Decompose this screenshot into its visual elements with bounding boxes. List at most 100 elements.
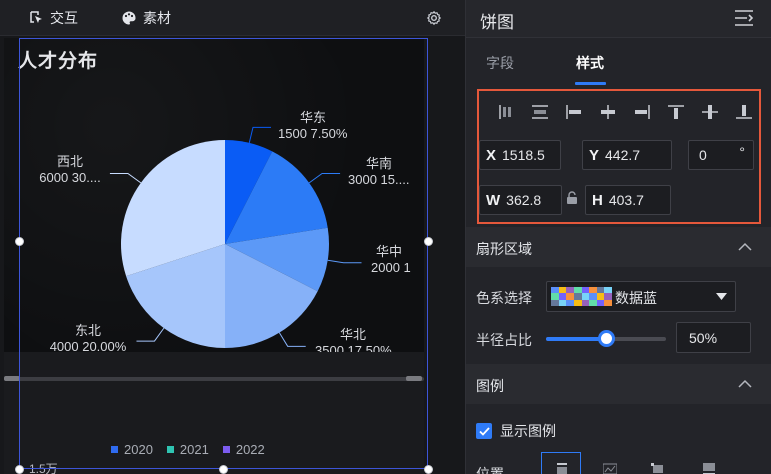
legend-swatch xyxy=(222,446,230,453)
alignment-toolbar xyxy=(489,99,761,125)
horizontal-scrollbar[interactable] xyxy=(4,377,424,381)
legend-position-top-option[interactable] xyxy=(541,452,581,474)
material-label: 素材 xyxy=(143,10,171,26)
palette-swatch xyxy=(566,299,574,306)
sector-section-title: 扇形区域 xyxy=(476,241,532,257)
tab-style[interactable]: 样式 xyxy=(576,53,604,73)
h-label: H xyxy=(592,191,603,209)
rotation-field[interactable]: 0 ° xyxy=(688,140,754,170)
y-value: 442.7 xyxy=(605,147,641,163)
color-scheme-label: 色系选择 xyxy=(476,290,532,306)
aspect-lock-button[interactable] xyxy=(566,191,578,210)
active-tab-indicator xyxy=(575,82,606,85)
align-right-edge-icon xyxy=(635,105,650,119)
palette-name: 数据蓝 xyxy=(615,290,657,306)
palette-swatch xyxy=(551,299,559,306)
unlock-icon xyxy=(567,191,577,204)
align-vertical-center-button[interactable] xyxy=(693,99,727,125)
interaction-icon xyxy=(30,11,42,23)
radius-slider-fill xyxy=(546,337,606,341)
align-top-icon xyxy=(668,105,684,119)
leader-line-5 xyxy=(109,172,142,184)
sector-section-header[interactable]: 扇形区域 xyxy=(466,227,771,267)
w-value: 362.8 xyxy=(506,192,542,208)
align-left-edge-icon xyxy=(566,105,581,119)
slice-name-label: 华东 xyxy=(300,110,326,125)
height-field[interactable]: H 403.7 xyxy=(585,185,671,215)
palette-swatch xyxy=(589,299,597,306)
align-left-button[interactable] xyxy=(489,99,523,125)
scroll-grip-left[interactable] xyxy=(4,376,20,381)
align-horizontal-center-button[interactable] xyxy=(591,99,625,125)
align-vertical-center-icon xyxy=(702,105,718,119)
palette-preview xyxy=(551,287,612,306)
material-button[interactable]: 素材 xyxy=(121,0,171,36)
slice-value-label: 3500 17.50% xyxy=(315,343,392,352)
interaction-button[interactable]: 交互 xyxy=(28,0,78,36)
panel-tabs: 字段 样式 xyxy=(466,38,771,86)
radius-ratio-input[interactable]: 50% xyxy=(676,322,751,353)
properties-panel: 饼图 字段 样式 X 1518.5 Y 442.7 0 ° W 362.8 H … xyxy=(465,0,771,474)
leader-line-4 xyxy=(136,327,165,342)
color-scheme-select[interactable]: 数据蓝 xyxy=(546,281,736,312)
legend-label: 2021 xyxy=(179,442,209,457)
resize-handle-bottom-left[interactable] xyxy=(15,465,24,474)
settings-button[interactable] xyxy=(426,0,448,36)
resize-handle-left[interactable] xyxy=(15,237,24,246)
slice-name-label: 东北 xyxy=(75,323,101,338)
resize-handle-bottom[interactable] xyxy=(219,465,228,474)
legend-label: 2020 xyxy=(124,442,153,457)
w-label: W xyxy=(486,191,501,209)
distribute-vertical-button[interactable] xyxy=(523,99,557,125)
slice-value-label: 6000 30.... xyxy=(39,170,100,185)
y-label: Y xyxy=(589,146,600,164)
palette-icon xyxy=(122,11,136,25)
h-value: 403.7 xyxy=(608,192,644,208)
canvas-area[interactable]: 交互 素材 人才分布 华东 1500 7.50% 华南 3000 15.... 华中 20… xyxy=(0,0,465,474)
width-field[interactable]: W 362.8 xyxy=(479,185,562,215)
rotation-unit: ° xyxy=(739,144,745,160)
radius-slider-handle[interactable] xyxy=(598,330,615,347)
panel-title: 饼图 xyxy=(480,13,514,32)
legend-item[interactable]: 2022 xyxy=(222,442,265,457)
top-toolbar: 交互 素材 xyxy=(0,0,465,36)
chart-legend: 2020 2021 2022 xyxy=(111,442,265,457)
legend-item[interactable]: 2020 xyxy=(111,442,153,457)
y-position-field[interactable]: Y 442.7 xyxy=(582,140,672,170)
legend-item[interactable]: 2021 xyxy=(166,442,209,457)
align-top-button[interactable] xyxy=(659,99,693,125)
legend-label: 2022 xyxy=(235,442,265,457)
gear-icon xyxy=(426,10,442,26)
align-right-edge-button[interactable] xyxy=(625,99,659,125)
legend-swatch xyxy=(111,446,118,453)
align-bottom-button[interactable] xyxy=(727,99,761,125)
legend-right-icon[interactable] xyxy=(651,463,665,474)
leader-line-0 xyxy=(248,126,272,143)
leader-line-1 xyxy=(308,172,341,184)
resize-handle-bottom-right[interactable] xyxy=(424,465,433,474)
collapse-panel-button[interactable] xyxy=(734,9,754,32)
legend-bottom-icon[interactable] xyxy=(702,463,716,474)
legend-left-icon[interactable] xyxy=(603,463,617,474)
align-left-edge-button[interactable] xyxy=(557,99,591,125)
resize-handle-right[interactable] xyxy=(424,237,433,246)
tab-field[interactable]: 字段 xyxy=(486,53,514,73)
axis-value-label: 1.5万 xyxy=(29,462,58,474)
show-legend-checkbox[interactable]: 显示图例 xyxy=(476,421,556,441)
align-bottom-icon xyxy=(736,105,752,119)
pie-chart: 华东1500 7.50% 华南3000 15.... 华中2000 1 华北3500 … xyxy=(39,110,411,352)
x-position-field[interactable]: X 1518.5 xyxy=(479,140,561,170)
slice-name-label: 华中 xyxy=(376,244,402,259)
pie-chart-widget[interactable]: 人才分布 华东 1500 7.50% 华南 3000 15.... 华中 2000 1 华北… xyxy=(4,38,424,352)
slice-value-label: 2000 1 xyxy=(371,260,411,275)
scroll-grip-right[interactable] xyxy=(406,376,422,381)
layout-controls: X 1518.5 Y 442.7 0 ° W 362.8 H 403.7 xyxy=(477,89,761,224)
legend-section-header[interactable]: 图例 xyxy=(466,364,771,404)
palette-swatch xyxy=(596,299,605,306)
interaction-label: 交互 xyxy=(50,10,78,26)
legend-section-title: 图例 xyxy=(476,378,504,394)
caret-down-icon xyxy=(716,293,727,300)
palette-swatch xyxy=(604,299,612,306)
chevron-up-icon xyxy=(738,242,752,251)
palette-swatch xyxy=(558,299,567,306)
